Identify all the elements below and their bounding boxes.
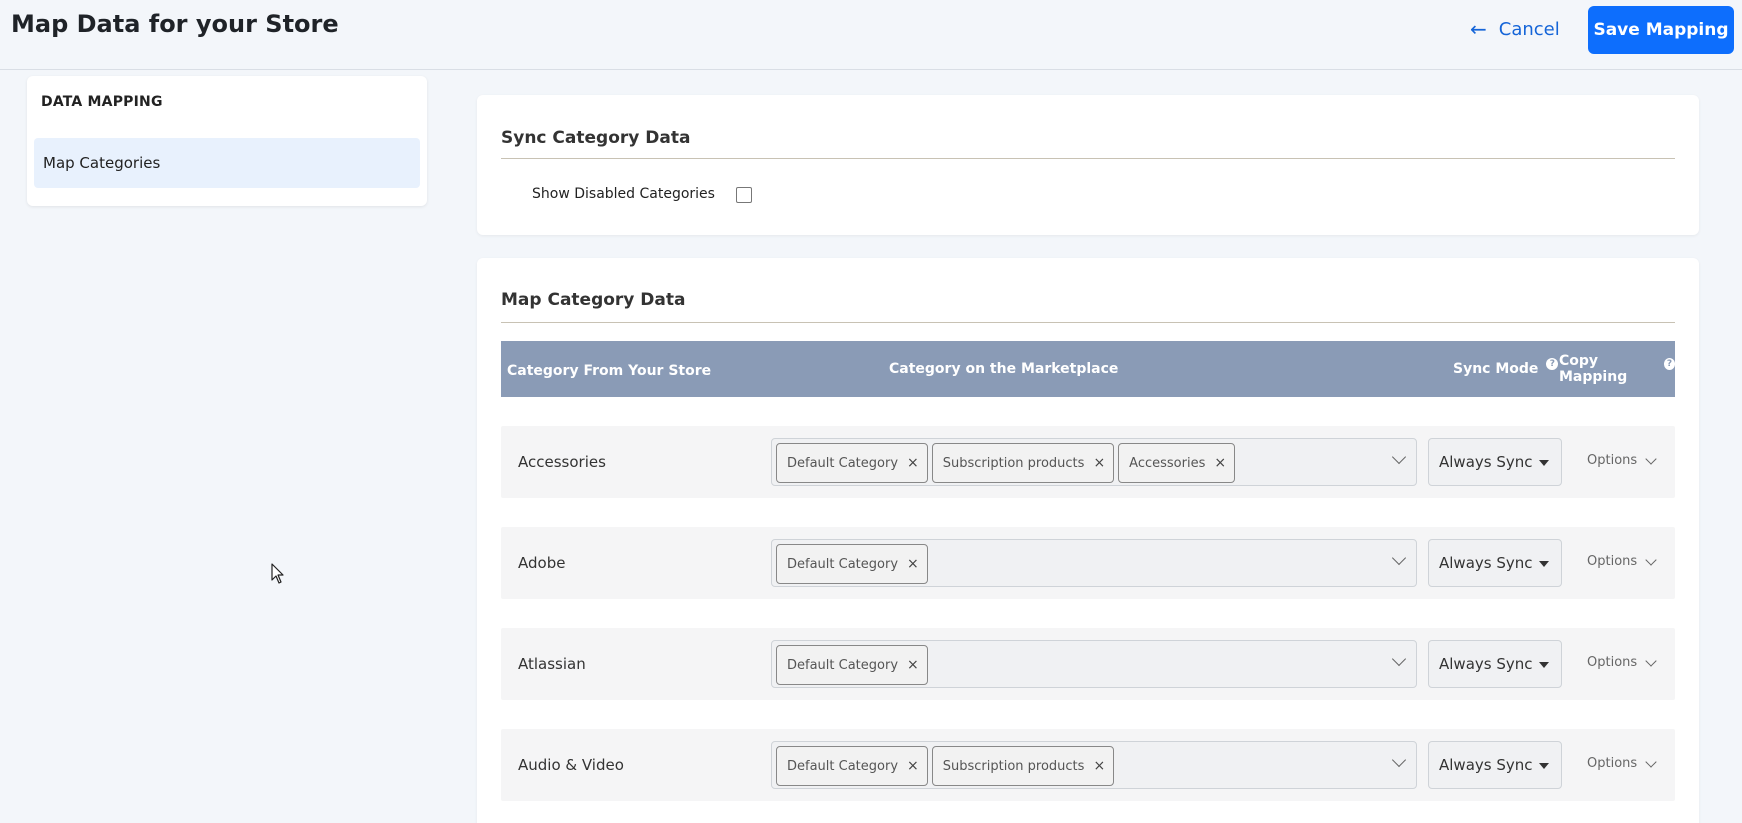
mouse-cursor-icon <box>271 563 284 584</box>
remove-tag-icon[interactable]: × <box>1093 455 1105 471</box>
options-label: Options <box>1587 655 1638 670</box>
copy-mapping-label: Copy Mapping <box>1559 353 1628 385</box>
sync-mode-value: Always Sync <box>1439 554 1533 572</box>
chevron-down-icon[interactable] <box>1391 752 1407 768</box>
category-tag: Default Category × <box>776 645 928 685</box>
sidebar-heading: DATA MAPPING <box>41 94 163 110</box>
remove-tag-icon[interactable]: × <box>1214 455 1226 471</box>
category-tag-label: Subscription products <box>942 758 1085 774</box>
category-tag: Default Category × <box>776 443 928 483</box>
column-header-store: Category From Your Store <box>507 363 712 379</box>
table-row: Audio & Video Default Category × Subscripti… <box>501 729 1675 801</box>
top-header: Map Data for your Store ← Cancel Save Ma… <box>0 0 1742 70</box>
table-row: Accessories Default Category × Subscription… <box>501 426 1675 498</box>
sync-mode-label: Sync Mode <box>1453 361 1539 377</box>
options-button[interactable]: Options <box>1587 452 1657 468</box>
remove-tag-icon[interactable]: × <box>907 657 919 673</box>
sync-mode-select[interactable]: Always Sync <box>1428 539 1562 587</box>
options-button[interactable]: Options <box>1587 654 1657 670</box>
sync-mode-select[interactable]: Always Sync <box>1428 741 1562 789</box>
sync-mode-value: Always Sync <box>1439 453 1533 471</box>
map-category-card: Map Category Data Category From Your Sto… <box>477 258 1699 823</box>
table-header: Category From Your Store Category on the… <box>501 341 1675 397</box>
options-label: Options <box>1587 453 1638 468</box>
selected-tags: Default Category × <box>776 645 928 685</box>
category-tag: Default Category × <box>776 544 928 584</box>
divider <box>501 158 1675 159</box>
caret-down-icon <box>1539 763 1549 769</box>
column-header-copy-mapping: Copy Mapping ? <box>1559 341 1675 397</box>
category-tag-label: Default Category <box>787 758 899 774</box>
category-tag-label: Default Category <box>787 657 899 673</box>
selected-tags: Default Category × <box>776 544 928 584</box>
sync-mode-value: Always Sync <box>1439 655 1533 673</box>
caret-down-icon <box>1539 561 1549 567</box>
selected-tags: Default Category × Subscription products × A… <box>776 443 1236 483</box>
caret-down-icon <box>1539 460 1549 466</box>
category-tag: Subscription products × <box>931 746 1115 786</box>
save-mapping-button[interactable]: Save Mapping <box>1588 6 1734 54</box>
chevron-down-icon <box>1645 452 1657 465</box>
category-tag-label: Default Category <box>787 556 899 572</box>
category-tag-label: Default Category <box>787 455 899 471</box>
cancel-label: Cancel <box>1498 18 1560 40</box>
marketplace-category-select[interactable]: Default Category × Subscription products × A… <box>771 438 1417 486</box>
chevron-down-icon[interactable] <box>1391 449 1407 465</box>
column-header-sync-mode: Sync Mode ? <box>1453 341 1559 397</box>
divider <box>501 322 1675 323</box>
chevron-down-icon[interactable] <box>1391 550 1407 566</box>
table-row: Adobe Default Category × Always Sync Options <box>501 527 1675 599</box>
category-name: Accessories <box>518 453 606 471</box>
remove-tag-icon[interactable]: × <box>907 556 919 572</box>
category-name: Audio & Video <box>518 756 624 774</box>
category-tag: Subscription products × <box>931 443 1115 483</box>
options-label: Options <box>1587 756 1638 771</box>
options-label: Options <box>1587 554 1638 569</box>
map-card-title: Map Category Data <box>501 290 686 310</box>
column-header-marketplace: Category on the Marketplace <box>889 361 1119 377</box>
page-title: Map Data for your Store <box>11 10 339 38</box>
sidebar-item-map-categories[interactable]: Map Categories <box>34 138 420 188</box>
chevron-down-icon <box>1645 654 1657 667</box>
remove-tag-icon[interactable]: × <box>1093 758 1105 774</box>
marketplace-category-select[interactable]: Default Category × Subscription products × <box>771 741 1417 789</box>
category-tag-label: Accessories <box>1129 455 1206 471</box>
options-button[interactable]: Options <box>1587 755 1657 771</box>
sidebar: DATA MAPPING Map Categories <box>27 76 427 206</box>
sync-category-card: Sync Category Data Show Disabled Categor… <box>477 95 1699 235</box>
category-tag: Accessories × <box>1118 443 1236 483</box>
options-button[interactable]: Options <box>1587 553 1657 569</box>
arrow-left-icon: ← <box>1470 17 1487 41</box>
sync-mode-value: Always Sync <box>1439 756 1533 774</box>
show-disabled-checkbox[interactable] <box>736 187 752 203</box>
remove-tag-icon[interactable]: × <box>907 455 919 471</box>
category-tag-label: Subscription products <box>942 455 1085 471</box>
chevron-down-icon <box>1645 755 1657 768</box>
help-icon[interactable]: ? <box>1663 358 1675 370</box>
help-icon[interactable]: ? <box>1546 358 1559 370</box>
sync-mode-select[interactable]: Always Sync <box>1428 640 1562 688</box>
marketplace-category-select[interactable]: Default Category × <box>771 539 1417 587</box>
chevron-down-icon <box>1645 553 1657 566</box>
caret-down-icon <box>1539 662 1549 668</box>
category-name: Atlassian <box>518 655 586 673</box>
category-tag: Default Category × <box>776 746 928 786</box>
chevron-down-icon[interactable] <box>1391 651 1407 667</box>
table-row: Atlassian Default Category × Always Sync Opt… <box>501 628 1675 700</box>
sync-card-title: Sync Category Data <box>501 128 691 148</box>
remove-tag-icon[interactable]: × <box>907 758 919 774</box>
sync-mode-select[interactable]: Always Sync <box>1428 438 1562 486</box>
marketplace-category-select[interactable]: Default Category × <box>771 640 1417 688</box>
selected-tags: Default Category × Subscription products × <box>776 746 1115 786</box>
show-disabled-label: Show Disabled Categories <box>532 186 715 202</box>
cancel-button[interactable]: ← Cancel <box>1470 16 1560 42</box>
category-name: Adobe <box>518 554 566 572</box>
